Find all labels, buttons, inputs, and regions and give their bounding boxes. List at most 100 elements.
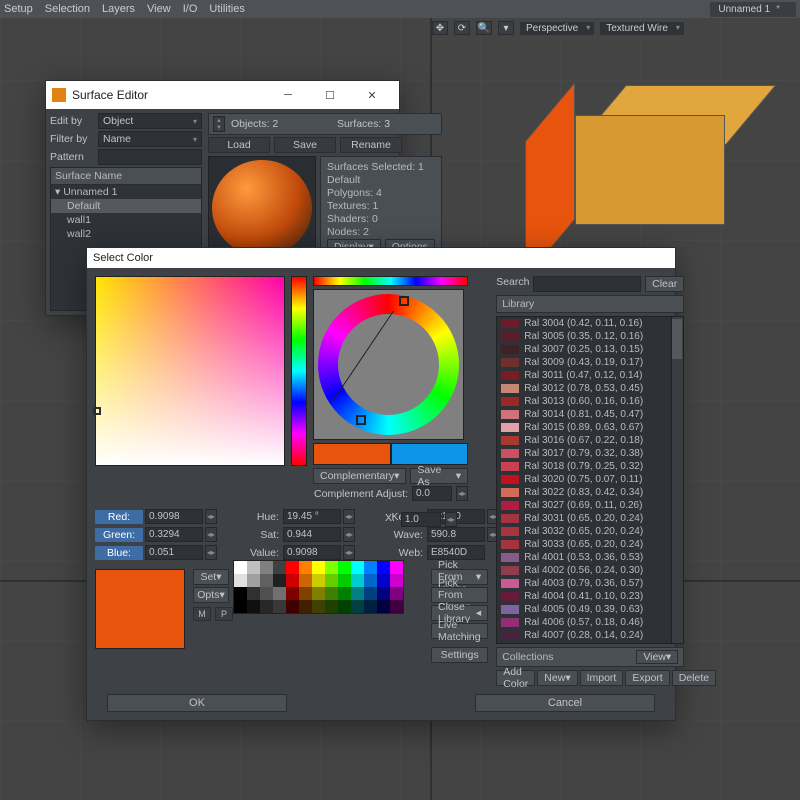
blue-stepper[interactable]: ◂▸ <box>205 545 217 560</box>
palette-swatch[interactable] <box>325 600 338 613</box>
library-item[interactable]: Ral 3004 (0.42, 0.11, 0.16) <box>497 317 683 330</box>
x-stepper[interactable]: ◂▸ <box>445 512 457 527</box>
palette-swatch[interactable] <box>273 587 286 600</box>
palette-swatch[interactable] <box>351 587 364 600</box>
red-input[interactable]: 0.9098 <box>145 509 203 524</box>
clear-button[interactable]: Clear <box>645 276 684 292</box>
library-item[interactable]: Ral 3031 (0.65, 0.20, 0.24) <box>497 512 683 525</box>
menu-selection[interactable]: Selection <box>45 3 90 15</box>
filter-by-select[interactable]: Name <box>98 131 202 147</box>
import-button[interactable]: Import <box>580 670 624 686</box>
m-toggle[interactable]: M <box>193 607 211 621</box>
settings-button[interactable]: Settings <box>431 647 488 663</box>
menu-view[interactable]: View <box>147 3 171 15</box>
library-item[interactable]: Ral 4004 (0.41, 0.10, 0.23) <box>497 590 683 603</box>
library-item[interactable]: Ral 3020 (0.75, 0.07, 0.11) <box>497 473 683 486</box>
surface-editor-titlebar[interactable]: Surface Editor ─ ☐ ✕ <box>46 81 399 109</box>
set-button[interactable]: Set ▾ <box>193 569 229 585</box>
color-wheel[interactable] <box>313 289 464 440</box>
x-input[interactable]: 1.0 <box>401 512 441 527</box>
view-select[interactable]: View ▾ <box>636 650 678 664</box>
library-item[interactable]: Ral 3017 (0.79, 0.32, 0.38) <box>497 447 683 460</box>
palette-swatch[interactable] <box>286 574 299 587</box>
obj-stepper[interactable]: ▲▼ <box>213 116 225 132</box>
palette-swatch[interactable] <box>325 574 338 587</box>
value-input[interactable]: 0.9098 <box>283 545 341 560</box>
palette-swatch[interactable] <box>273 574 286 587</box>
palette-swatch[interactable] <box>247 574 260 587</box>
hue-stepper[interactable]: ◂▸ <box>343 509 355 524</box>
palette-swatch[interactable] <box>260 574 273 587</box>
color-dialog-titlebar[interactable]: Select Color <box>87 248 675 268</box>
palette-swatch[interactable] <box>364 574 377 587</box>
load-button[interactable]: Load <box>208 137 270 153</box>
complementary-select[interactable]: Complementary ▾ <box>313 468 406 484</box>
sat-input[interactable]: 0.944 <box>283 527 341 542</box>
p-toggle[interactable]: P <box>215 607 233 621</box>
viewport-rotate-icon[interactable]: ⟳ <box>454 21 470 35</box>
palette-swatch[interactable] <box>325 587 338 600</box>
tree-root[interactable]: ▾ Unnamed 1 <box>51 185 201 199</box>
viewport-mode-select[interactable]: Perspective <box>520 22 594 35</box>
library-item[interactable]: Ral 4006 (0.57, 0.18, 0.46) <box>497 616 683 629</box>
palette-swatch[interactable] <box>351 600 364 613</box>
library-item[interactable]: Ral 4008 (0.52, 0.24, 0.45) <box>497 642 683 644</box>
library-item[interactable]: Ral 3016 (0.67, 0.22, 0.18) <box>497 434 683 447</box>
library-item[interactable]: Ral 4003 (0.79, 0.36, 0.57) <box>497 577 683 590</box>
scrollbar-thumb[interactable] <box>672 319 682 359</box>
palette-swatch[interactable] <box>234 561 247 574</box>
palette-swatch[interactable] <box>286 600 299 613</box>
palette-swatch[interactable] <box>299 574 312 587</box>
tree-item-wall2[interactable]: wall2 <box>51 227 201 241</box>
palette-swatch[interactable] <box>234 587 247 600</box>
library-item[interactable]: Ral 4005 (0.49, 0.39, 0.63) <box>497 603 683 616</box>
palette-swatch[interactable] <box>338 574 351 587</box>
red-stepper[interactable]: ◂▸ <box>205 509 217 524</box>
library-item[interactable]: Ral 3007 (0.25, 0.13, 0.15) <box>497 343 683 356</box>
palette-swatch[interactable] <box>390 600 403 613</box>
library-item[interactable]: Ral 3011 (0.47, 0.12, 0.14) <box>497 369 683 382</box>
library-item[interactable]: Ral 3015 (0.89, 0.63, 0.67) <box>497 421 683 434</box>
library-item[interactable]: Ral 3014 (0.81, 0.45, 0.47) <box>497 408 683 421</box>
live-matching-button[interactable]: Live Matching <box>431 623 488 639</box>
palette-swatch[interactable] <box>247 587 260 600</box>
library-item[interactable]: Ral 3027 (0.69, 0.11, 0.26) <box>497 499 683 512</box>
palette-swatch[interactable] <box>364 600 377 613</box>
tree-item-default[interactable]: Default <box>51 199 201 213</box>
palette-swatch[interactable] <box>312 561 325 574</box>
palette-swatch[interactable] <box>312 587 325 600</box>
web-input[interactable]: E8540D <box>427 545 485 560</box>
library-list[interactable]: Ral 3004 (0.42, 0.11, 0.16)Ral 3005 (0.3… <box>496 316 684 644</box>
library-item[interactable]: Ral 4007 (0.28, 0.14, 0.24) <box>497 629 683 642</box>
library-item[interactable]: Ral 3018 (0.79, 0.25, 0.32) <box>497 460 683 473</box>
library-item[interactable]: Ral 3009 (0.43, 0.19, 0.17) <box>497 356 683 369</box>
minimize-icon[interactable]: ─ <box>267 81 309 109</box>
palette-swatch[interactable] <box>364 561 377 574</box>
library-item[interactable]: Ral 3013 (0.60, 0.16, 0.16) <box>497 395 683 408</box>
palette-swatch[interactable] <box>338 587 351 600</box>
library-item[interactable]: Ral 4002 (0.56, 0.24, 0.30) <box>497 564 683 577</box>
delete-button[interactable]: Delete <box>672 670 716 686</box>
edit-by-select[interactable]: Object <box>98 113 202 129</box>
color-gradient-picker[interactable] <box>95 276 285 466</box>
palette-swatch[interactable] <box>325 561 338 574</box>
complement-adjust-input[interactable]: 0.0 <box>412 486 452 501</box>
menu-layers[interactable]: Layers <box>102 3 135 15</box>
library-item[interactable]: Ral 3032 (0.65, 0.20, 0.24) <box>497 525 683 538</box>
palette-swatch[interactable] <box>260 561 273 574</box>
palette-swatch[interactable] <box>247 561 260 574</box>
palette-swatch[interactable] <box>299 561 312 574</box>
palette-swatch[interactable] <box>377 574 390 587</box>
palette-swatch[interactable] <box>299 600 312 613</box>
palette-swatch[interactable] <box>338 561 351 574</box>
opts-button[interactable]: Opts ▾ <box>193 587 229 603</box>
palette-swatch[interactable] <box>247 600 260 613</box>
green-stepper[interactable]: ◂▸ <box>205 527 217 542</box>
palette-swatch[interactable] <box>377 561 390 574</box>
color-palette[interactable] <box>233 560 404 614</box>
palette-swatch[interactable] <box>299 587 312 600</box>
palette-swatch[interactable] <box>364 587 377 600</box>
cancel-button[interactable]: Cancel <box>475 694 655 712</box>
viewport-dropdown-icon[interactable]: ▾ <box>498 21 514 35</box>
viewport-shading-select[interactable]: Textured Wire <box>600 22 684 35</box>
